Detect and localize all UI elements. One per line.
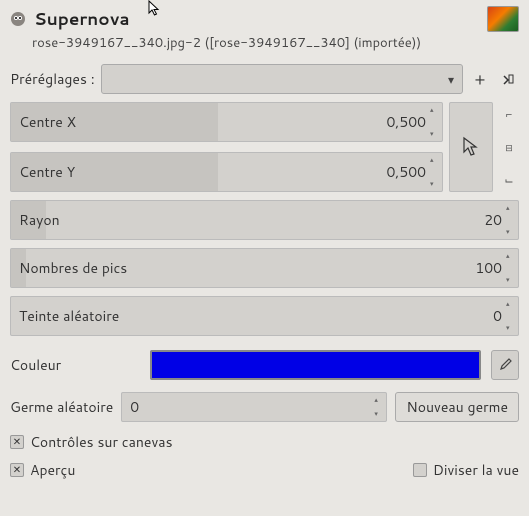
random-hue-slider[interactable]: Teinte aléatoire 0 ▴▾ [10, 296, 519, 336]
dialog-subtitle: rose-3949167__340.jpg-2 ([rose-3949167__… [0, 34, 529, 60]
link-column: ⌐ ⊟ ⌙ [499, 102, 519, 192]
center-y-spinner[interactable]: ▴▾ [430, 155, 440, 189]
preview-checkbox[interactable]: ✕ [10, 463, 24, 477]
radius-spinner[interactable]: ▴▾ [506, 203, 516, 237]
radius-label: Rayon [19, 210, 60, 230]
image-thumbnail [487, 6, 519, 32]
eyedropper-icon [498, 358, 512, 372]
spokes-label: Nombres de pics [19, 258, 127, 278]
spokes-slider[interactable]: Nombres de pics 100 ▴▾ [10, 248, 519, 288]
new-seed-label: Nouveau germe [406, 397, 508, 417]
new-seed-button[interactable]: Nouveau germe [395, 392, 519, 422]
preview-label: Aperçu [30, 460, 75, 480]
presets-row: Préréglages : ▾ + [0, 60, 529, 98]
seed-row: Germe aléatoire 0 ▴▾ Nouveau germe [0, 386, 529, 428]
random-hue-label: Teinte aléatoire [19, 306, 119, 326]
seed-input[interactable]: 0 ▴▾ [121, 392, 387, 422]
preset-add-button[interactable]: + [469, 68, 491, 90]
dialog-title: Supernova [34, 7, 130, 31]
spokes-spinner[interactable]: ▴▾ [506, 251, 516, 285]
bracket-top-icon: ⌐ [506, 106, 512, 122]
gimp-logo-icon [10, 11, 26, 27]
color-label: Couleur [10, 355, 140, 375]
dialog-header: Supernova [0, 0, 529, 34]
canvas-controls-row: ✕ Contrôles sur canevas [0, 428, 529, 456]
canvas-controls-checkbox[interactable]: ✕ [10, 435, 24, 449]
bracket-bottom-icon: ⌙ [504, 172, 513, 188]
center-y-slider[interactable]: Centre Y 0,500 ▴▾ [10, 152, 443, 192]
seed-spinner[interactable]: ▴▾ [374, 395, 384, 419]
center-y-label: Centre Y [19, 162, 75, 182]
center-y-value: 0,500 [387, 162, 426, 182]
spokes-value: 100 [475, 258, 502, 278]
split-view-label: Diviser la vue [433, 460, 519, 480]
radius-slider[interactable]: Rayon 20 ▴▾ [10, 200, 519, 240]
random-hue-spinner[interactable]: ▴▾ [506, 299, 516, 333]
center-x-spinner[interactable]: ▴▾ [430, 105, 440, 139]
center-x-slider[interactable]: Centre X 0,500 ▴▾ [10, 102, 443, 142]
center-x-value: 0,500 [387, 112, 426, 132]
color-swatch-button[interactable] [150, 350, 481, 380]
radius-value: 20 [484, 210, 502, 230]
bottom-row: ✕ Aperçu Diviser la vue [0, 456, 529, 484]
center-x-label: Centre X [19, 112, 76, 132]
chevron-down-icon: ▾ [448, 71, 454, 88]
presets-combo[interactable]: ▾ [101, 64, 463, 94]
seed-value: 0 [130, 397, 139, 417]
canvas-controls-label: Contrôles sur canevas [30, 432, 173, 452]
seed-label: Germe aléatoire [10, 397, 113, 417]
point-picker-button[interactable] [449, 102, 493, 192]
random-hue-value: 0 [493, 306, 502, 326]
eyedropper-button[interactable] [491, 350, 519, 380]
color-row: Couleur [0, 344, 529, 386]
split-view-checkbox[interactable] [413, 463, 427, 477]
cursor-icon [462, 136, 480, 158]
link-chain-icon[interactable]: ⊟ [505, 141, 513, 154]
presets-label: Préréglages : [10, 69, 95, 89]
preset-menu-button[interactable] [497, 68, 519, 90]
